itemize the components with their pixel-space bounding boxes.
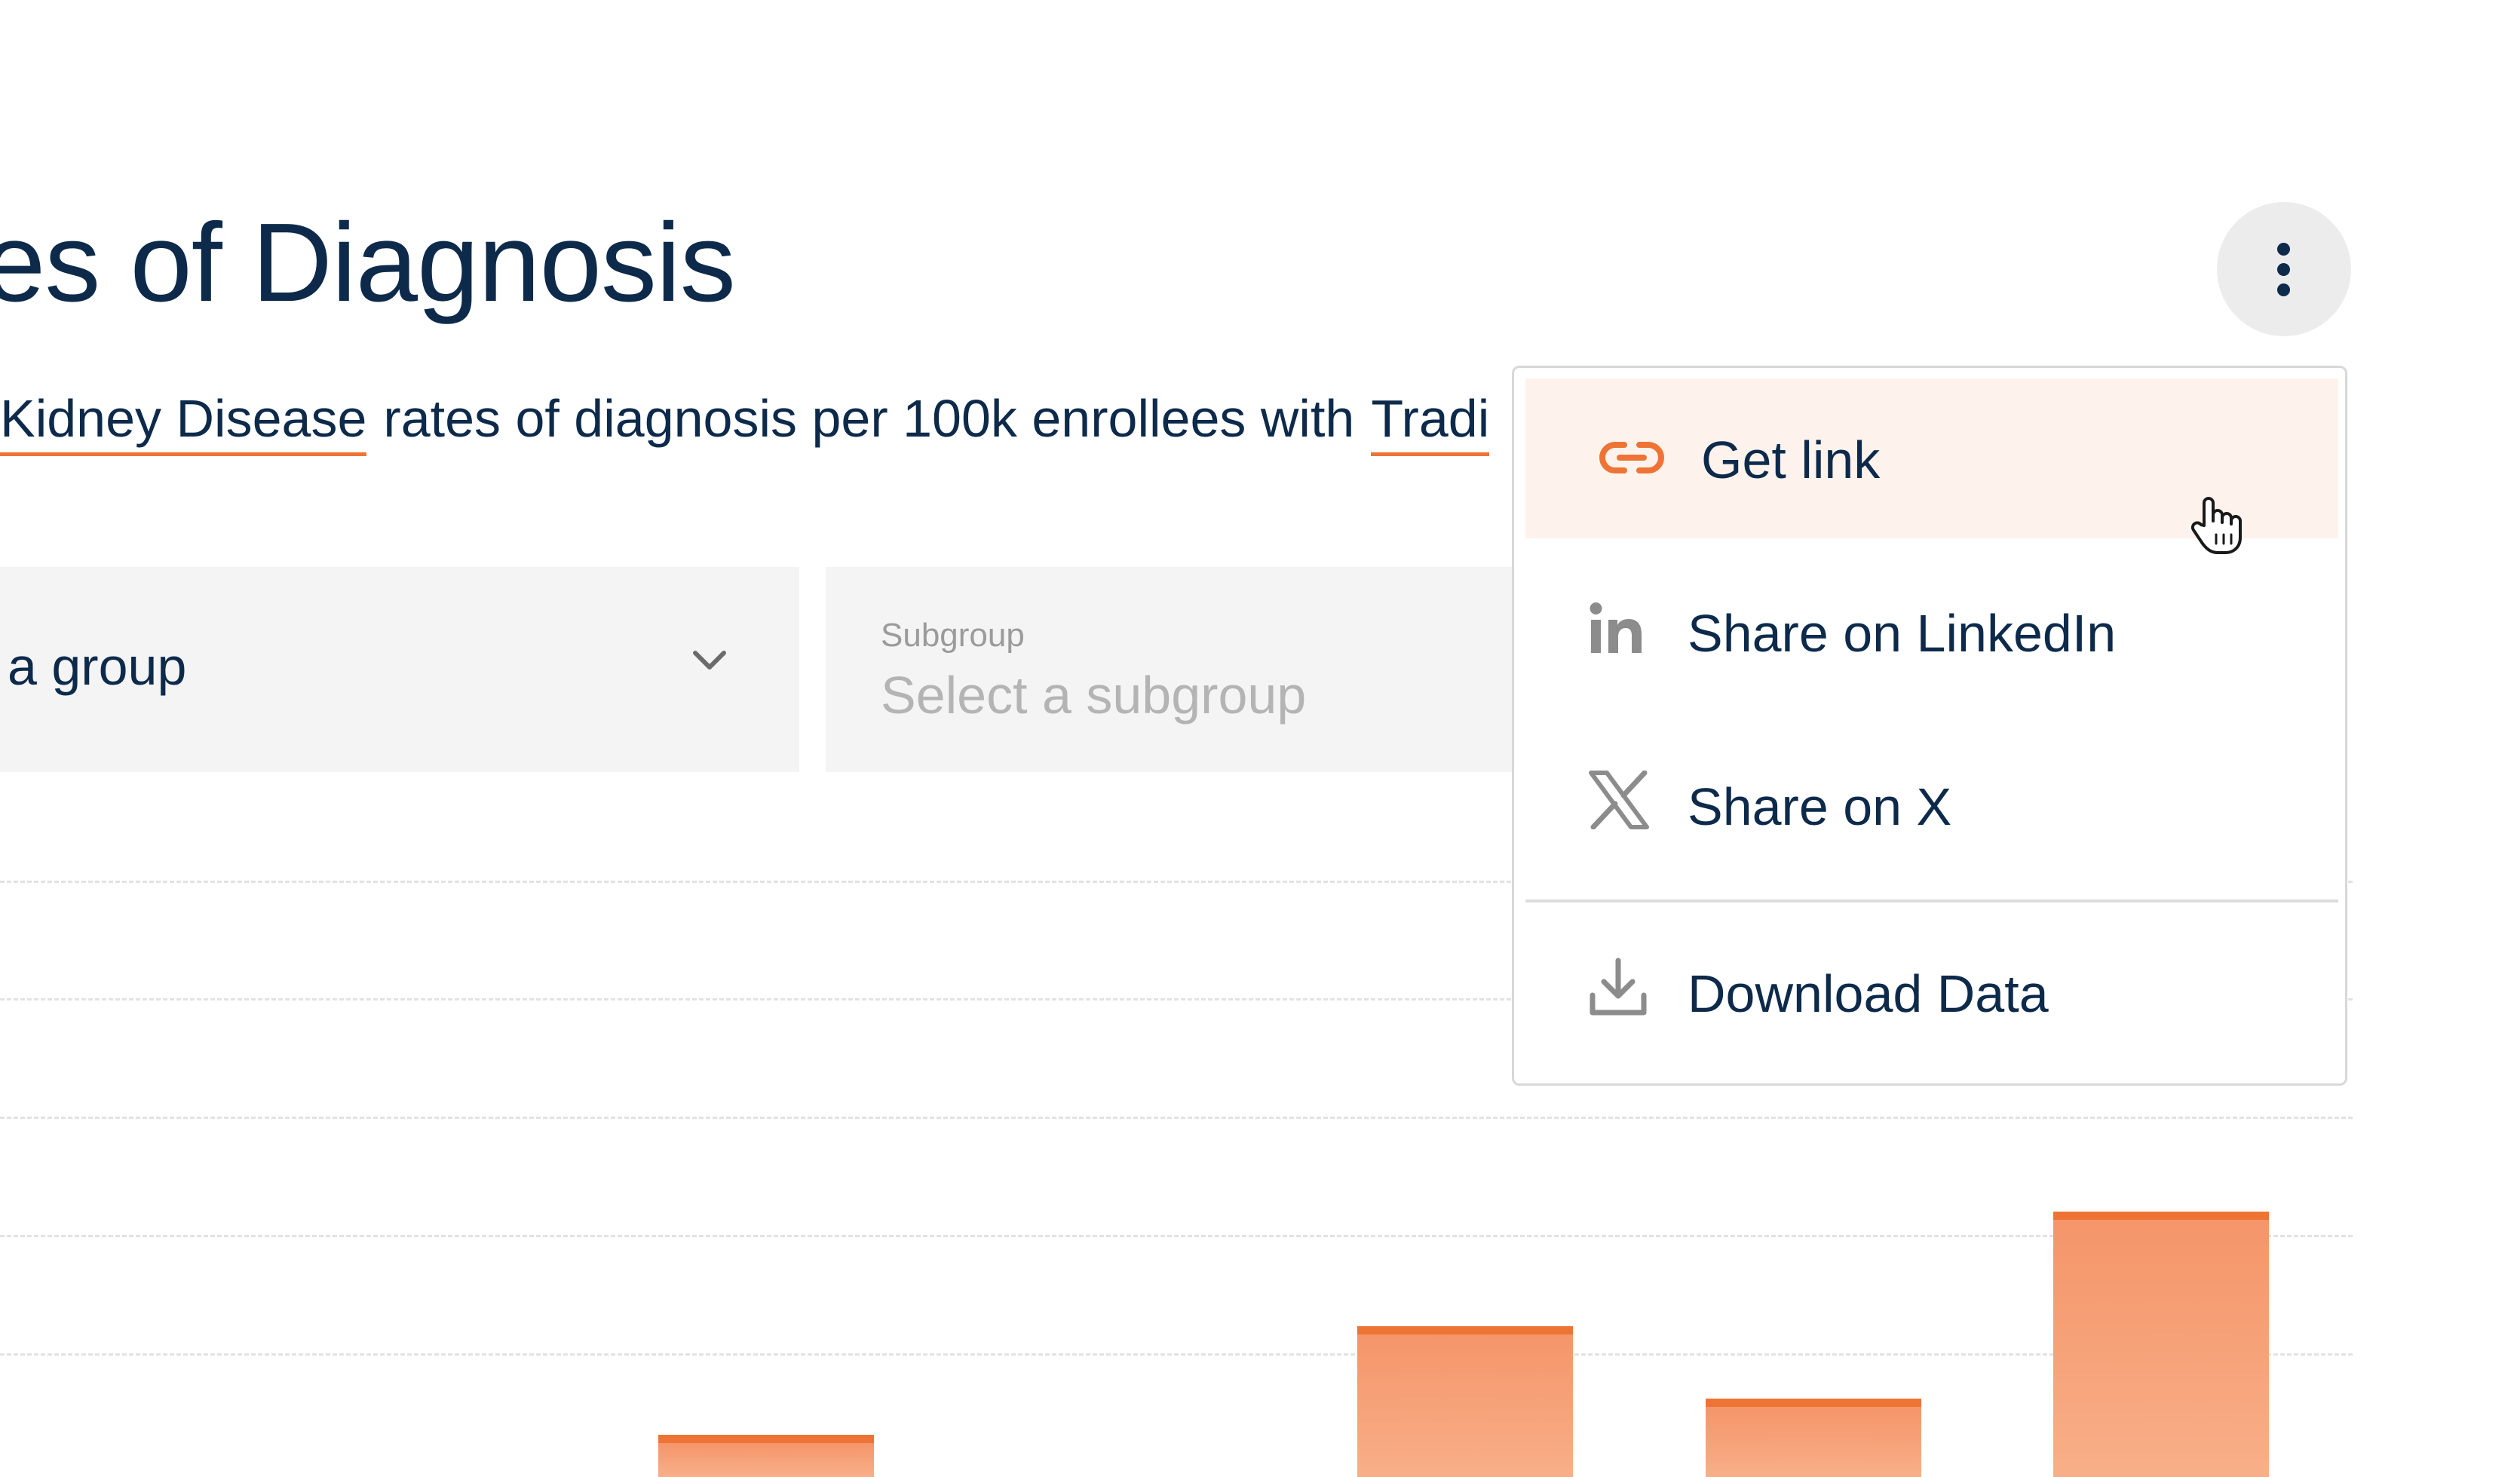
more-options-button[interactable]	[2217, 202, 2351, 336]
group-select-value: a group	[8, 637, 187, 696]
menu-label-get-link: Get link	[1701, 431, 1881, 489]
grid-line	[0, 1117, 2353, 1119]
grid-line	[0, 1235, 2353, 1237]
menu-label-download: Download Data	[1688, 964, 2049, 1023]
kebab-dot	[2277, 283, 2290, 296]
linkedin-icon	[1590, 602, 1642, 653]
description-text: rates of diagnosis per 100k enrollees wi…	[383, 389, 1355, 448]
condition-link[interactable]: Kidney Disease	[0, 389, 367, 456]
menu-item-download[interactable]: Download Data	[1525, 912, 2338, 1072]
subgroup-select[interactable]: Subgroup Select a subgroup	[826, 567, 1550, 772]
menu-item-linkedin[interactable]: Share on LinkedIn	[1525, 552, 2338, 712]
chart-bar[interactable]	[1357, 1326, 1573, 1477]
subgroup-label: Subgroup	[881, 617, 1025, 654]
x-logo-icon	[1589, 771, 1649, 829]
menu-divider	[1525, 899, 2338, 902]
share-menu: Get link Share on LinkedIn Share on X Do…	[1512, 366, 2347, 1086]
download-icon	[1590, 958, 1647, 1016]
link-icon	[1599, 442, 1664, 473]
chevron-down-icon[interactable]	[692, 650, 727, 671]
kebab-dot	[2277, 243, 2290, 256]
subgroup-placeholder: Select a subgroup	[881, 666, 1307, 725]
chart-bar[interactable]	[2053, 1212, 2269, 1477]
menu-item-x[interactable]: Share on X	[1525, 725, 2338, 885]
chart-bar[interactable]	[1706, 1399, 1921, 1477]
menu-label-linkedin: Share on LinkedIn	[1688, 604, 2117, 663]
group-select[interactable]: a group	[0, 567, 799, 772]
page-title: es of Diagnosis	[0, 201, 736, 325]
grid-line	[0, 1353, 2353, 1356]
kebab-dot	[2277, 263, 2290, 276]
menu-label-x: Share on X	[1688, 777, 1952, 836]
chart-description: Kidney Disease rates of diagnosis per 100…	[0, 389, 1490, 456]
pointer-cursor-icon	[2190, 497, 2242, 554]
coverage-link[interactable]: Tradi	[1371, 389, 1490, 456]
chart-bar[interactable]	[658, 1435, 874, 1477]
